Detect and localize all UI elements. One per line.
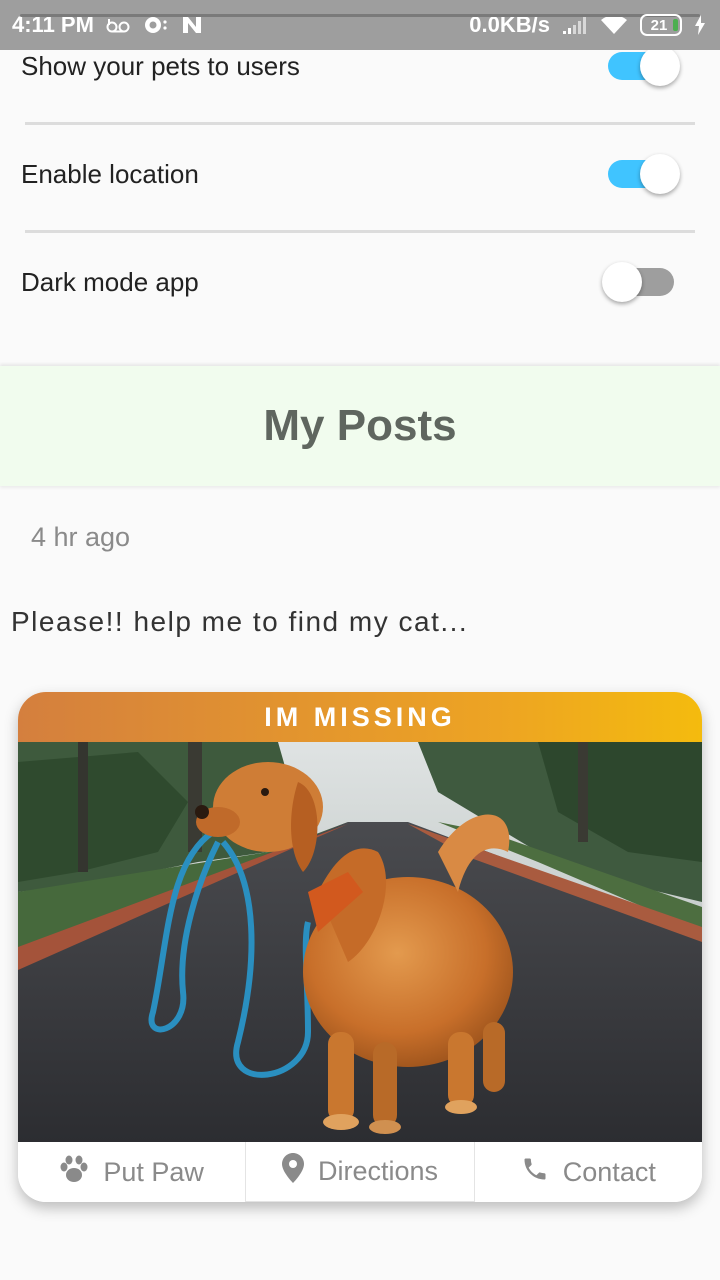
directions-button[interactable]: Directions	[245, 1142, 475, 1202]
dark-mode-toggle[interactable]	[602, 260, 674, 304]
setting-dark-mode: Dark mode app	[0, 252, 720, 312]
missing-pet-card[interactable]: IM MISSING Put Paw Directions Contact	[18, 692, 702, 1202]
missing-banner: IM MISSING	[18, 692, 702, 742]
post-time-ago: 4 hr ago	[31, 522, 131, 552]
dog-image	[18, 742, 702, 1142]
signal-icon	[562, 15, 588, 35]
my-posts-header: My Posts	[0, 366, 720, 486]
contact-button[interactable]: Contact	[475, 1142, 702, 1202]
camera-sync-icon	[142, 15, 168, 35]
battery-icon: 21	[640, 14, 682, 36]
action-label: Contact	[562, 1156, 656, 1187]
banner-label: IM MISSING	[264, 701, 456, 732]
put-paw-button[interactable]: Put Paw	[18, 1142, 245, 1202]
pet-photo[interactable]	[18, 742, 702, 1142]
setting-label: Enable location	[21, 158, 199, 189]
card-actions: Put Paw Directions Contact	[18, 1142, 702, 1202]
toggle-thumb	[602, 262, 642, 302]
battery-fill	[673, 19, 678, 31]
charging-icon	[694, 15, 706, 35]
section-title: My Posts	[263, 401, 457, 450]
show-pets-toggle[interactable]	[608, 44, 680, 88]
divider	[25, 230, 695, 233]
action-label: Put Paw	[103, 1156, 204, 1187]
location-pin-icon	[281, 1153, 304, 1190]
wifi-icon	[600, 14, 628, 36]
status-bar-indicator	[20, 14, 700, 17]
n-app-icon	[180, 15, 204, 35]
screen: 4:11 PM 0.0KB/s 21 Show your pets to use…	[0, 0, 720, 1280]
status-bar: 4:11 PM 0.0KB/s 21	[0, 0, 720, 50]
toggle-thumb	[640, 154, 680, 194]
enable-location-toggle[interactable]	[608, 152, 680, 196]
voicemail-icon	[106, 17, 130, 33]
post-text: Please!! help me to find my cat...	[11, 606, 469, 637]
battery-level: 21	[650, 16, 668, 34]
setting-label: Show your pets to users	[21, 50, 300, 81]
toggle-thumb	[640, 46, 680, 86]
paw-icon	[59, 1155, 89, 1190]
setting-label: Dark mode app	[21, 266, 199, 297]
setting-enable-location: Enable location	[0, 144, 720, 204]
divider	[25, 122, 695, 125]
phone-icon	[521, 1155, 549, 1190]
action-label: Directions	[317, 1156, 439, 1186]
